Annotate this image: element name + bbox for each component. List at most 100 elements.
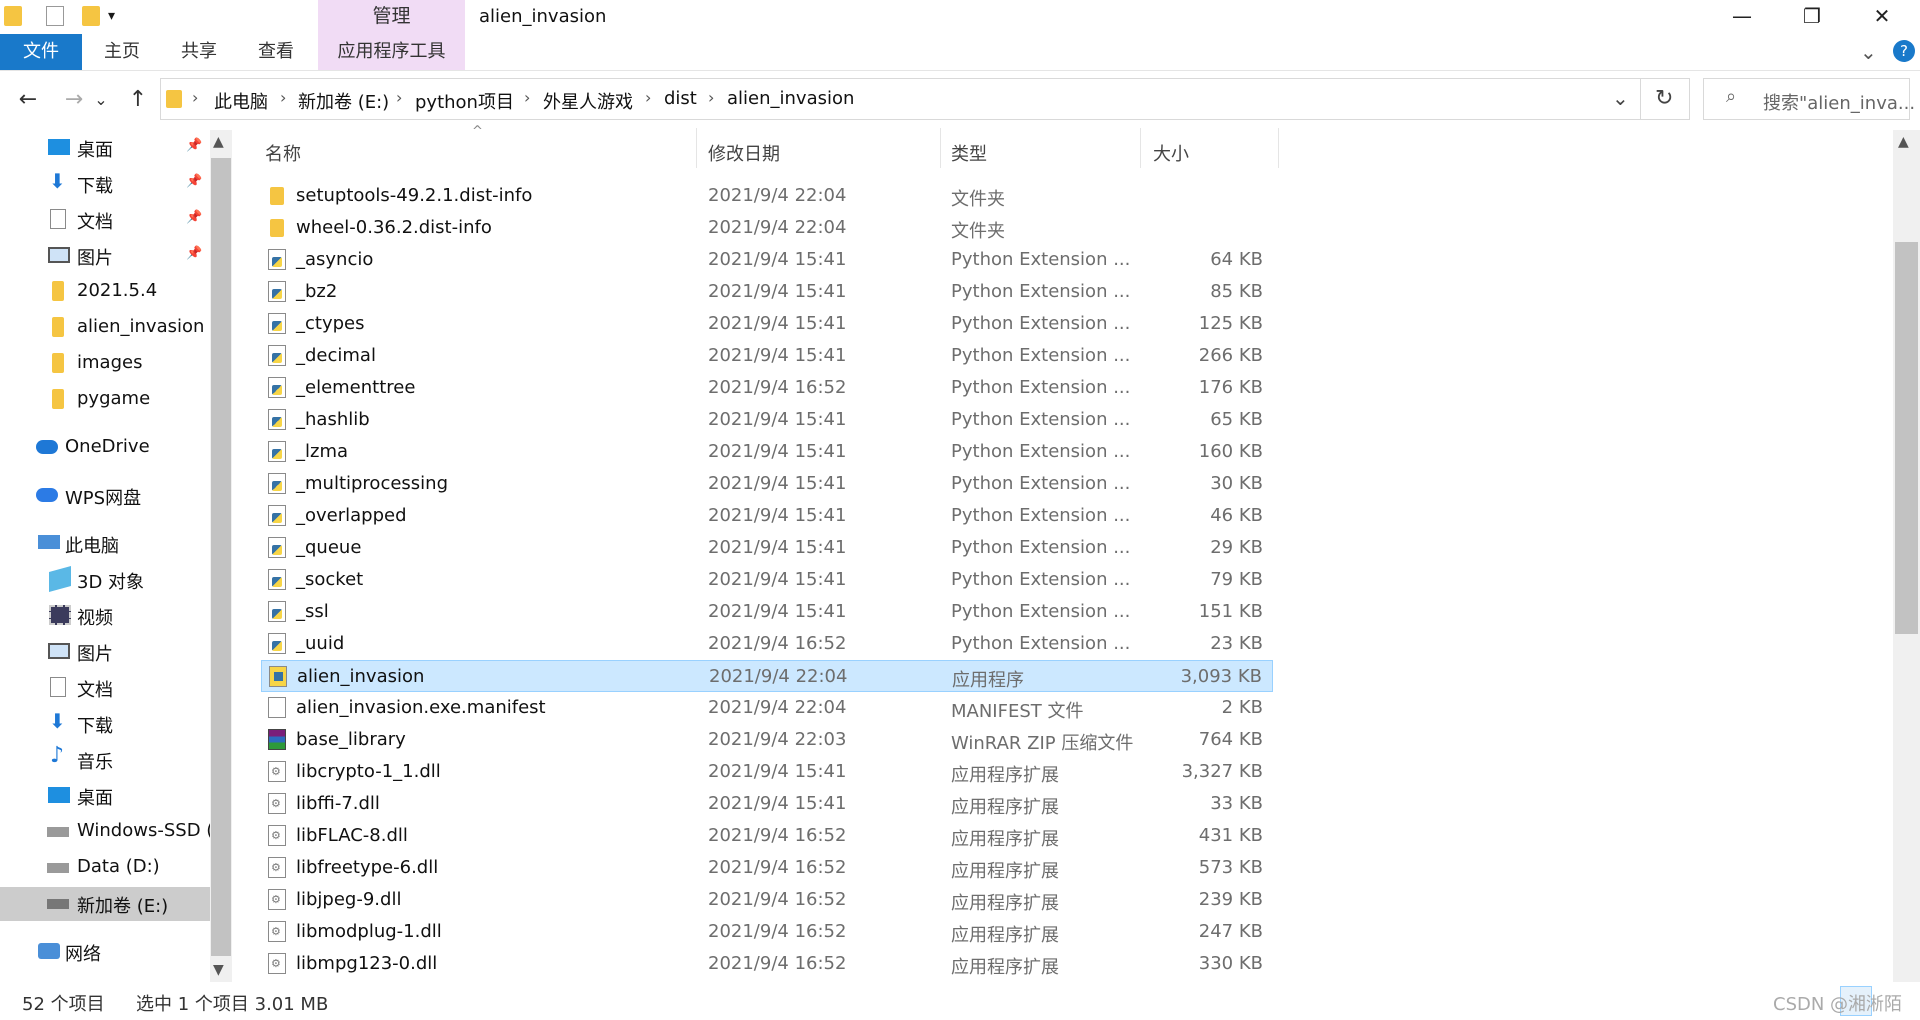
- column-divider[interactable]: [940, 128, 941, 168]
- file-row[interactable]: _decimal 2021/9/4 15:41 Python Extension .…: [261, 340, 1273, 372]
- file-row[interactable]: libcrypto-1_1.dll 2021/9/4 15:41 应用程序扩展 3,3…: [261, 756, 1273, 788]
- file-row[interactable]: libffi-7.dll 2021/9/4 15:41 应用程序扩展 33 KB: [261, 788, 1273, 820]
- column-divider[interactable]: [1140, 128, 1141, 168]
- scroll-up-icon[interactable]: ▲: [213, 134, 224, 150]
- sidebar-item-documents[interactable]: 文档: [0, 671, 210, 705]
- breadcrumb-separator[interactable]: ›: [280, 88, 286, 107]
- file-date: 2021/9/4 15:41: [708, 473, 847, 494]
- file-list-scrollbar-thumb[interactable]: [1895, 242, 1918, 634]
- sidebar-item-windows-ssd[interactable]: Windows-SSD (: [0, 815, 213, 849]
- sidebar-item-onedrive[interactable]: OneDrive: [0, 431, 210, 465]
- sidebar-item-images[interactable]: images: [0, 347, 210, 381]
- file-row[interactable]: wheel-0.36.2.dist-info 2021/9/4 22:04 文件夹: [261, 212, 1273, 244]
- file-row[interactable]: libmpg123-0.dll 2021/9/4 16:52 应用程序扩展 330 K…: [261, 948, 1273, 980]
- scroll-up-icon[interactable]: ▲: [1898, 134, 1909, 150]
- address-bar[interactable]: [160, 78, 1690, 120]
- column-divider[interactable]: [1278, 128, 1279, 168]
- breadcrumb-drive-e[interactable]: 新加卷 (E:): [298, 88, 389, 114]
- sidebar-item-music[interactable]: ♪ 音乐: [0, 743, 210, 777]
- sidebar-item-2021-5-4[interactable]: 2021.5.4: [0, 275, 210, 309]
- file-row[interactable]: _ssl 2021/9/4 15:41 Python Extension ... 15…: [261, 596, 1273, 628]
- file-row[interactable]: alien_invasion.exe.manifest 2021/9/4 22:0…: [261, 692, 1273, 724]
- document-icon: [50, 209, 66, 229]
- sidebar-item-3d-objects[interactable]: 3D 对象: [0, 563, 210, 597]
- file-row[interactable]: libFLAC-8.dll 2021/9/4 16:52 应用程序扩展 431 KB: [261, 820, 1273, 852]
- pictures-icon: [48, 247, 70, 263]
- breadcrumb-alien-game[interactable]: 外星人游戏: [543, 88, 633, 114]
- sidebar-item-this-pc[interactable]: 此电脑: [0, 527, 210, 561]
- address-dropdown-icon[interactable]: ⌄: [1612, 86, 1629, 110]
- sidebar-item-pictures[interactable]: 图片: [0, 635, 210, 669]
- sidebar-item-wps-cloud[interactable]: WPS网盘: [0, 479, 210, 513]
- scroll-down-icon[interactable]: ▼: [213, 962, 224, 978]
- sidebar-item-alien-invasion[interactable]: alien_invasion: [0, 311, 210, 345]
- breadcrumb-separator[interactable]: ›: [708, 88, 714, 107]
- quick-access-dropdown-icon[interactable]: ▾: [108, 8, 115, 24]
- file-row[interactable]: _ctypes 2021/9/4 15:41 Python Extension ..…: [261, 308, 1273, 340]
- breadcrumb-separator[interactable]: ›: [645, 88, 651, 107]
- file-row[interactable]: setuptools-49.2.1.dist-info 2021/9/4 22:0…: [261, 180, 1273, 212]
- forward-button[interactable]: →: [56, 82, 92, 118]
- file-row[interactable]: libfreetype-6.dll 2021/9/4 16:52 应用程序扩展 573…: [261, 852, 1273, 884]
- file-row[interactable]: libjpeg-9.dll 2021/9/4 16:52 应用程序扩展 239 KB: [261, 884, 1273, 916]
- maximize-button[interactable]: ❐: [1782, 0, 1842, 34]
- sidebar-item-label: 桌面: [77, 140, 113, 161]
- column-header-date[interactable]: 修改日期: [708, 140, 780, 166]
- breadcrumb-separator[interactable]: ›: [524, 88, 530, 107]
- new-folder-icon[interactable]: [82, 6, 100, 26]
- file-row[interactable]: _socket 2021/9/4 15:41 Python Extension ..…: [261, 564, 1273, 596]
- file-row[interactable]: _uuid 2021/9/4 16:52 Python Extension ... 2…: [261, 628, 1273, 660]
- breadcrumb-separator[interactable]: ›: [396, 88, 402, 107]
- breadcrumb-python-projects[interactable]: python项目: [415, 88, 514, 114]
- tab-share[interactable]: 共享: [169, 34, 229, 70]
- minimize-button[interactable]: —: [1712, 0, 1772, 34]
- column-header-size[interactable]: 大小: [1153, 140, 1189, 166]
- tab-file[interactable]: 文件: [0, 34, 82, 70]
- sidebar-item-downloads[interactable]: ⬇ 下载: [0, 707, 210, 741]
- properties-icon[interactable]: [46, 6, 64, 26]
- file-type: 应用程序扩展: [951, 925, 1059, 946]
- file-row[interactable]: _bz2 2021/9/4 15:41 Python Extension ... 85…: [261, 276, 1273, 308]
- tab-application-tools[interactable]: 应用程序工具: [318, 34, 465, 70]
- file-row[interactable]: libmodplug-1.dll 2021/9/4 16:52 应用程序扩展 247 …: [261, 916, 1273, 948]
- breadcrumb-alien-invasion[interactable]: alien_invasion: [727, 88, 854, 109]
- file-row[interactable]: _asyncio 2021/9/4 15:41 Python Extension .…: [261, 244, 1273, 276]
- sidebar-item-data-d[interactable]: Data (D:): [0, 851, 210, 885]
- column-header-type[interactable]: 类型: [951, 140, 987, 166]
- back-button[interactable]: ←: [10, 82, 46, 118]
- column-header-name[interactable]: 名称: [265, 140, 301, 166]
- sidebar-item-documents-pinned[interactable]: 文档 📌: [0, 203, 210, 237]
- sidebar-scrollbar-thumb[interactable]: [211, 158, 231, 956]
- file-type: 应用程序扩展: [951, 957, 1059, 978]
- file-row[interactable]: _elementtree 2021/9/4 16:52 Python Extensi…: [261, 372, 1273, 404]
- sidebar-item-videos[interactable]: 视频: [0, 599, 210, 633]
- sidebar-item-desktop[interactable]: 桌面: [0, 779, 210, 813]
- tab-home[interactable]: 主页: [92, 34, 152, 70]
- file-row[interactable]: _lzma 2021/9/4 15:41 Python Extension ... 1…: [261, 436, 1273, 468]
- refresh-icon[interactable]: ↻: [1655, 86, 1673, 111]
- column-divider[interactable]: [696, 128, 697, 168]
- file-row[interactable]: base_library 2021/9/4 22:03 WinRAR ZIP 压缩文…: [261, 724, 1273, 756]
- file-row[interactable]: _multiprocessing 2021/9/4 15:41 Python Ext…: [261, 468, 1273, 500]
- sidebar-item-pygame[interactable]: pygame: [0, 383, 210, 417]
- recent-locations-button[interactable]: ⌄: [90, 82, 112, 118]
- up-button[interactable]: ↑: [120, 82, 156, 118]
- search-input[interactable]: 搜索"alien_inva...: [1763, 89, 1915, 115]
- sidebar-item-network[interactable]: 网络: [0, 935, 210, 969]
- file-row[interactable]: _hashlib 2021/9/4 15:41 Python Extension .…: [261, 404, 1273, 436]
- breadcrumb-this-pc[interactable]: 此电脑: [214, 88, 268, 114]
- sidebar-item-downloads-pinned[interactable]: ⬇ 下载 📌: [0, 167, 210, 201]
- file-row[interactable]: _queue 2021/9/4 15:41 Python Extension ...…: [261, 532, 1273, 564]
- file-row[interactable]: _overlapped 2021/9/4 15:41 Python Extensio…: [261, 500, 1273, 532]
- sidebar-item-drive-e-selected[interactable]: 新加卷 (E:): [0, 887, 210, 921]
- collapse-ribbon-icon[interactable]: ⌄: [1860, 40, 1877, 64]
- desktop-icon: [48, 139, 70, 155]
- close-button[interactable]: ✕: [1852, 0, 1912, 34]
- breadcrumb-dist[interactable]: dist: [664, 88, 697, 109]
- help-icon[interactable]: ?: [1893, 40, 1915, 62]
- breadcrumb-separator[interactable]: ›: [192, 88, 198, 107]
- file-row-selected[interactable]: alien_invasion 2021/9/4 22:04 应用程序 3,093 KB: [261, 660, 1273, 692]
- sidebar-item-desktop-pinned[interactable]: 桌面 📌: [0, 131, 210, 165]
- tab-view[interactable]: 查看: [246, 34, 306, 70]
- sidebar-item-pictures-pinned[interactable]: 图片 📌: [0, 239, 210, 273]
